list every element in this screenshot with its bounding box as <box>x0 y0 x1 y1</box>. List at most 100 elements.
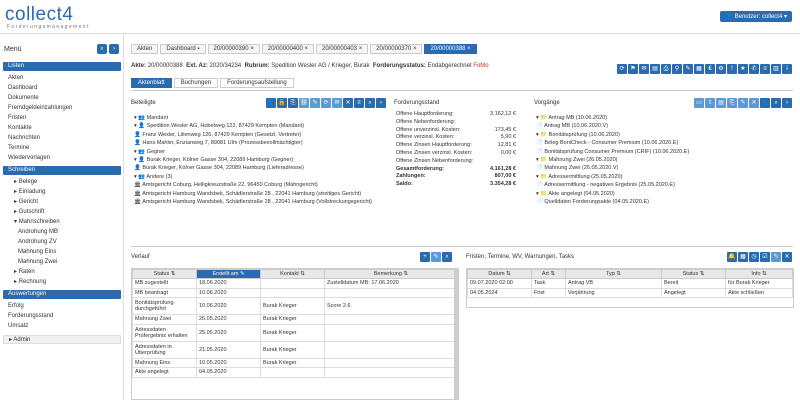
tree-node[interactable]: 🏛 Amtsgericht Coburg, Heiligkreuzstraße … <box>134 181 372 189</box>
tab-akten[interactable]: Akten <box>131 44 159 54</box>
tree-node[interactable]: ▾ 👥 Mandant <box>134 114 372 122</box>
bell-icon[interactable]: 🔔 <box>727 252 737 262</box>
subtab-forderungsaufstellung[interactable]: Forderungsaufstellung <box>220 78 294 88</box>
refresh-icon[interactable]: ⟳ <box>321 98 331 108</box>
column-header-erstellt[interactable]: Erstellt am ✎ <box>196 269 261 279</box>
tree-node[interactable]: 🏛 Amtsgericht Hamburg Wandsbek, Schädler… <box>134 190 372 198</box>
table-row[interactable]: 09.07.2020 02:00 Task Antrag VB Bereit für B… <box>467 278 793 289</box>
mail-icon[interactable]: ✉ <box>639 64 649 74</box>
lock-icon[interactable]: 🔒 <box>277 98 287 108</box>
edit-icon[interactable]: ✎ <box>310 98 320 108</box>
sidebar-item-nachrichten[interactable]: Nachrichten <box>8 134 40 142</box>
table-row[interactable]: Akte angelegt 04.05.2020 <box>132 367 458 378</box>
column-header-status[interactable]: Status ⇅ <box>661 269 726 279</box>
close-icon[interactable]: × <box>413 46 417 52</box>
sidebar-item-akten[interactable]: Akten <box>8 74 23 82</box>
tree-node[interactable]: 👤 Hans Mahler, Enzianweg 7, 89081 Ulm (P… <box>134 139 372 147</box>
print-icon[interactable]: ⎙ <box>661 64 671 74</box>
tab-20-00000403[interactable]: 20/00000403 × <box>315 44 369 54</box>
folder-icon[interactable]: ▭ <box>694 98 704 108</box>
upload-icon[interactable]: ⇪ <box>705 98 715 108</box>
sidebar-item-dokumente[interactable]: Dokumente <box>8 94 39 102</box>
table-row[interactable]: Bonitätsprüfung durchgeführt 10.06.2020 Bu… <box>132 297 458 315</box>
close-icon[interactable]: × <box>359 46 363 52</box>
table-row[interactable]: Mahnung Zwei 26.05.2020 Burak Krieger <box>132 314 458 325</box>
edit-icon[interactable]: ✎ <box>431 252 441 262</box>
comment-icon[interactable]: ✆ <box>749 64 759 74</box>
delete-icon[interactable]: ✕ <box>343 98 353 108</box>
menu-collapse-icon[interactable]: › <box>109 44 119 54</box>
column-header-typ[interactable]: Typ ⇅ <box>565 269 662 279</box>
euro-icon[interactable]: € <box>705 64 715 74</box>
delete-icon[interactable]: ✕ <box>782 252 792 262</box>
tree-node[interactable]: 📄 Quelldaten Forderungsakte (04.05.2020.… <box>536 198 689 206</box>
tab-20-00000400[interactable]: 20/00000400 × <box>261 44 314 54</box>
copy-icon[interactable]: ⎘ <box>727 98 737 108</box>
list-icon[interactable]: ≡ <box>354 98 364 108</box>
sidebar-item-einladung[interactable]: ▸ Einladung <box>14 188 45 196</box>
table-row[interactable]: Adressdaten in Überprüfung 21.05.2020 Bura… <box>132 340 458 359</box>
document-icon[interactable]: ▤ <box>650 64 660 74</box>
table-row[interactable]: 04.05.2024 Frist Verjährung Angelegt Akte sc… <box>467 287 793 298</box>
section-admin[interactable]: ▸ Admin <box>3 335 121 344</box>
delete-icon[interactable]: ✕ <box>749 98 759 108</box>
sidebar-item-erfolg[interactable]: Erfolg <box>8 302 24 310</box>
list-icon[interactable]: ≡ <box>760 64 770 74</box>
tab-20-00000388[interactable]: 20/00000388 × <box>424 44 477 54</box>
tree-node[interactable]: ▾ 📁 Mahnung Zwei (26.05.2020) <box>536 156 689 164</box>
tree-node[interactable]: 👤 Franz Wexler, Lilienweg 126, 87429 Kem… <box>134 131 372 139</box>
verlauf-scrollbar[interactable] <box>454 268 458 400</box>
table-row[interactable]: Adressdaten Prüfergebnis erhalten 25.05.2… <box>132 323 458 342</box>
task-icon[interactable]: ☑ <box>760 252 770 262</box>
tree-node[interactable]: 📄 Mahnung Zwei (26.05.2020.V) <box>536 164 689 172</box>
info-icon[interactable]: i <box>782 64 792 74</box>
tree-node[interactable]: ▾ 👤 Spedition Wesler AG, Hobelweg 122, 8… <box>134 122 372 130</box>
edit-icon[interactable]: ✎ <box>738 98 748 108</box>
tab-dashboard[interactable]: Dashboard ▪ <box>160 44 206 54</box>
person-icon[interactable]: 👤 <box>760 98 770 108</box>
tab-20-00000390[interactable]: 20/00000390 × <box>207 44 260 54</box>
chart-icon[interactable]: ▥ <box>771 64 781 74</box>
subtab-buchungen[interactable]: Buchungen <box>173 78 219 88</box>
sidebar-item-kontakte[interactable]: Kontakte <box>8 124 32 132</box>
warning-icon[interactable]: ! <box>727 64 737 74</box>
column-header-bemerkung[interactable]: Bemerkung ⇅ <box>324 269 458 279</box>
subtab-aktenblatt[interactable]: Aktenblatt <box>131 78 172 88</box>
tree-node[interactable]: ▾ 👥 Gegner <box>134 148 372 156</box>
tab-20-00000370[interactable]: 20/00000370 × <box>370 44 423 54</box>
tree-node[interactable]: ▾ 📁 Adressermittlung (25.05.2020) <box>536 173 689 181</box>
section-auswertungen[interactable]: Auswertungen <box>3 290 121 299</box>
sidebar-item-mahnung-eins[interactable]: Mahnung Eins <box>18 248 56 256</box>
sidebar-item-mahnung-zwei[interactable]: Mahnung Zwei <box>18 258 57 266</box>
sidebar-item-mahnschreiben[interactable]: ▾ Mahnschreiben <box>14 218 60 226</box>
close-icon[interactable]: × <box>467 46 471 52</box>
tree-node[interactable]: 🏛 Amtsgericht Hamburg Wandsbek, Schädler… <box>134 198 372 206</box>
edit-icon[interactable]: ✎ <box>683 64 693 74</box>
search-icon[interactable]: ⌕ <box>442 252 452 262</box>
link-icon[interactable]: ⛓ <box>299 98 309 108</box>
close-icon[interactable]: × <box>304 46 308 52</box>
tree-node[interactable]: ▾ 📁 Akte angelegt (04.05.2020) <box>536 190 689 198</box>
calendar-icon[interactable]: ▦ <box>694 64 704 74</box>
section-schreiben[interactable]: Schreiben <box>3 166 121 175</box>
sidebar-item-forderungsstand[interactable]: Forderungsstand <box>8 312 53 320</box>
sidebar-item-dashboard[interactable]: Dashboard <box>8 84 37 92</box>
column-header-art[interactable]: Art ⇅ <box>531 269 566 279</box>
search-icon[interactable]: ⌕ <box>771 98 781 108</box>
edit-icon[interactable]: ✎ <box>771 252 781 262</box>
sidebar-item-raten[interactable]: ▸ Raten <box>14 268 35 276</box>
calendar-icon[interactable]: ▦ <box>738 252 748 262</box>
clock-icon[interactable]: ◷ <box>749 252 759 262</box>
tree-node[interactable]: ▾ 📁 Bonitätsprüfung (10.06.2020) <box>536 131 689 139</box>
tree-node[interactable]: ▾ 👤 Burak Krieger, Kölner Gasse 304, 220… <box>134 156 372 164</box>
copy-icon[interactable]: ⎘ <box>288 98 298 108</box>
tree-node[interactable]: ▾ 📁 Antrag MB (10.06.2020) <box>536 114 689 122</box>
sidebar-item-androhung-zv[interactable]: Androhung ZV <box>18 238 57 246</box>
tree-node[interactable]: 📄 Bonitätsprüfung Consumer Premium (CRIF… <box>536 148 689 156</box>
app-logo[interactable]: collect4 <box>5 4 73 26</box>
add-person-icon[interactable]: 👤 <box>266 98 276 108</box>
settings-icon[interactable]: ⚙ <box>716 64 726 74</box>
close-icon[interactable]: × <box>250 46 254 52</box>
sidebar-item-fremdgeld[interactable]: Fremdgeldeinzahlungen <box>8 104 72 112</box>
sidebar-item-androhung-mb[interactable]: Androhung MB <box>18 228 58 236</box>
